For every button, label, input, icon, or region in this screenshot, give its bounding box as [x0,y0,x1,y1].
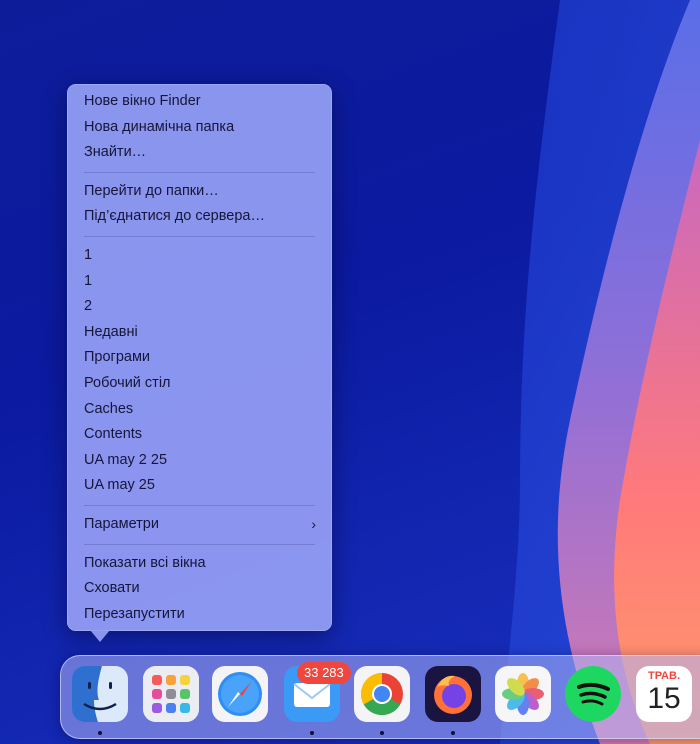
calendar-month: ТРАВ. [647,670,681,682]
menu-item-folder[interactable]: 2 [67,294,332,320]
safari-icon[interactable] [212,666,268,722]
finder-dock-context-menu: Нове вікно Finder Нова динамічна папка З… [67,84,332,631]
menu-item-applications[interactable]: Програми [67,345,332,371]
menu-item-options-label: Параметри [84,515,159,532]
menu-separator [84,171,315,173]
menu-item-options[interactable]: Параметри › [67,512,332,538]
menu-item-show-all-windows[interactable]: Показати всі вікна [67,551,332,577]
chrome-icon[interactable] [354,666,410,722]
running-indicator [451,731,455,735]
menu-item-contents[interactable]: Contents [67,422,332,448]
finder-icon[interactable] [72,666,128,722]
menu-item-folder[interactable]: 1 [67,269,332,295]
menu-item-new-smart-folder[interactable]: Нова динамічна папка [67,115,332,141]
menu-item-find[interactable]: Знайти… [67,140,332,166]
menu-separator [84,235,315,237]
running-indicator [98,731,102,735]
menu-separator [84,543,315,545]
menu-separator [84,504,315,506]
launchpad-icon[interactable] [143,666,199,722]
menu-item-folder[interactable]: 1 [67,243,332,269]
running-indicator [380,731,384,735]
menu-item-desktop[interactable]: Робочий стіл [67,371,332,397]
menu-item-folder[interactable]: UA may 25 [67,473,332,499]
running-indicator [310,731,314,735]
menu-pointer [90,630,110,642]
photos-icon[interactable] [495,666,551,722]
chevron-right-icon: › [311,515,316,532]
menu-item-new-finder-window[interactable]: Нове вікно Finder [67,89,332,115]
firefox-icon[interactable] [425,666,481,722]
menu-item-relaunch[interactable]: Перезапустити [67,602,332,628]
mail-unread-badge: 33 283 [297,662,351,684]
calendar-day: 15 [647,682,681,715]
menu-item-folder[interactable]: UA may 2 25 [67,448,332,474]
menu-item-caches[interactable]: Caches [67,397,332,423]
calendar-icon[interactable]: ТРАВ. 15 [636,666,692,722]
menu-item-hide[interactable]: Сховати [67,576,332,602]
spotify-icon[interactable] [565,666,621,722]
menu-item-recents[interactable]: Недавні [67,320,332,346]
menu-item-go-to-folder[interactable]: Перейти до папки… [67,179,332,205]
menu-item-connect-to-server[interactable]: Під’єднатися до сервера… [67,204,332,230]
